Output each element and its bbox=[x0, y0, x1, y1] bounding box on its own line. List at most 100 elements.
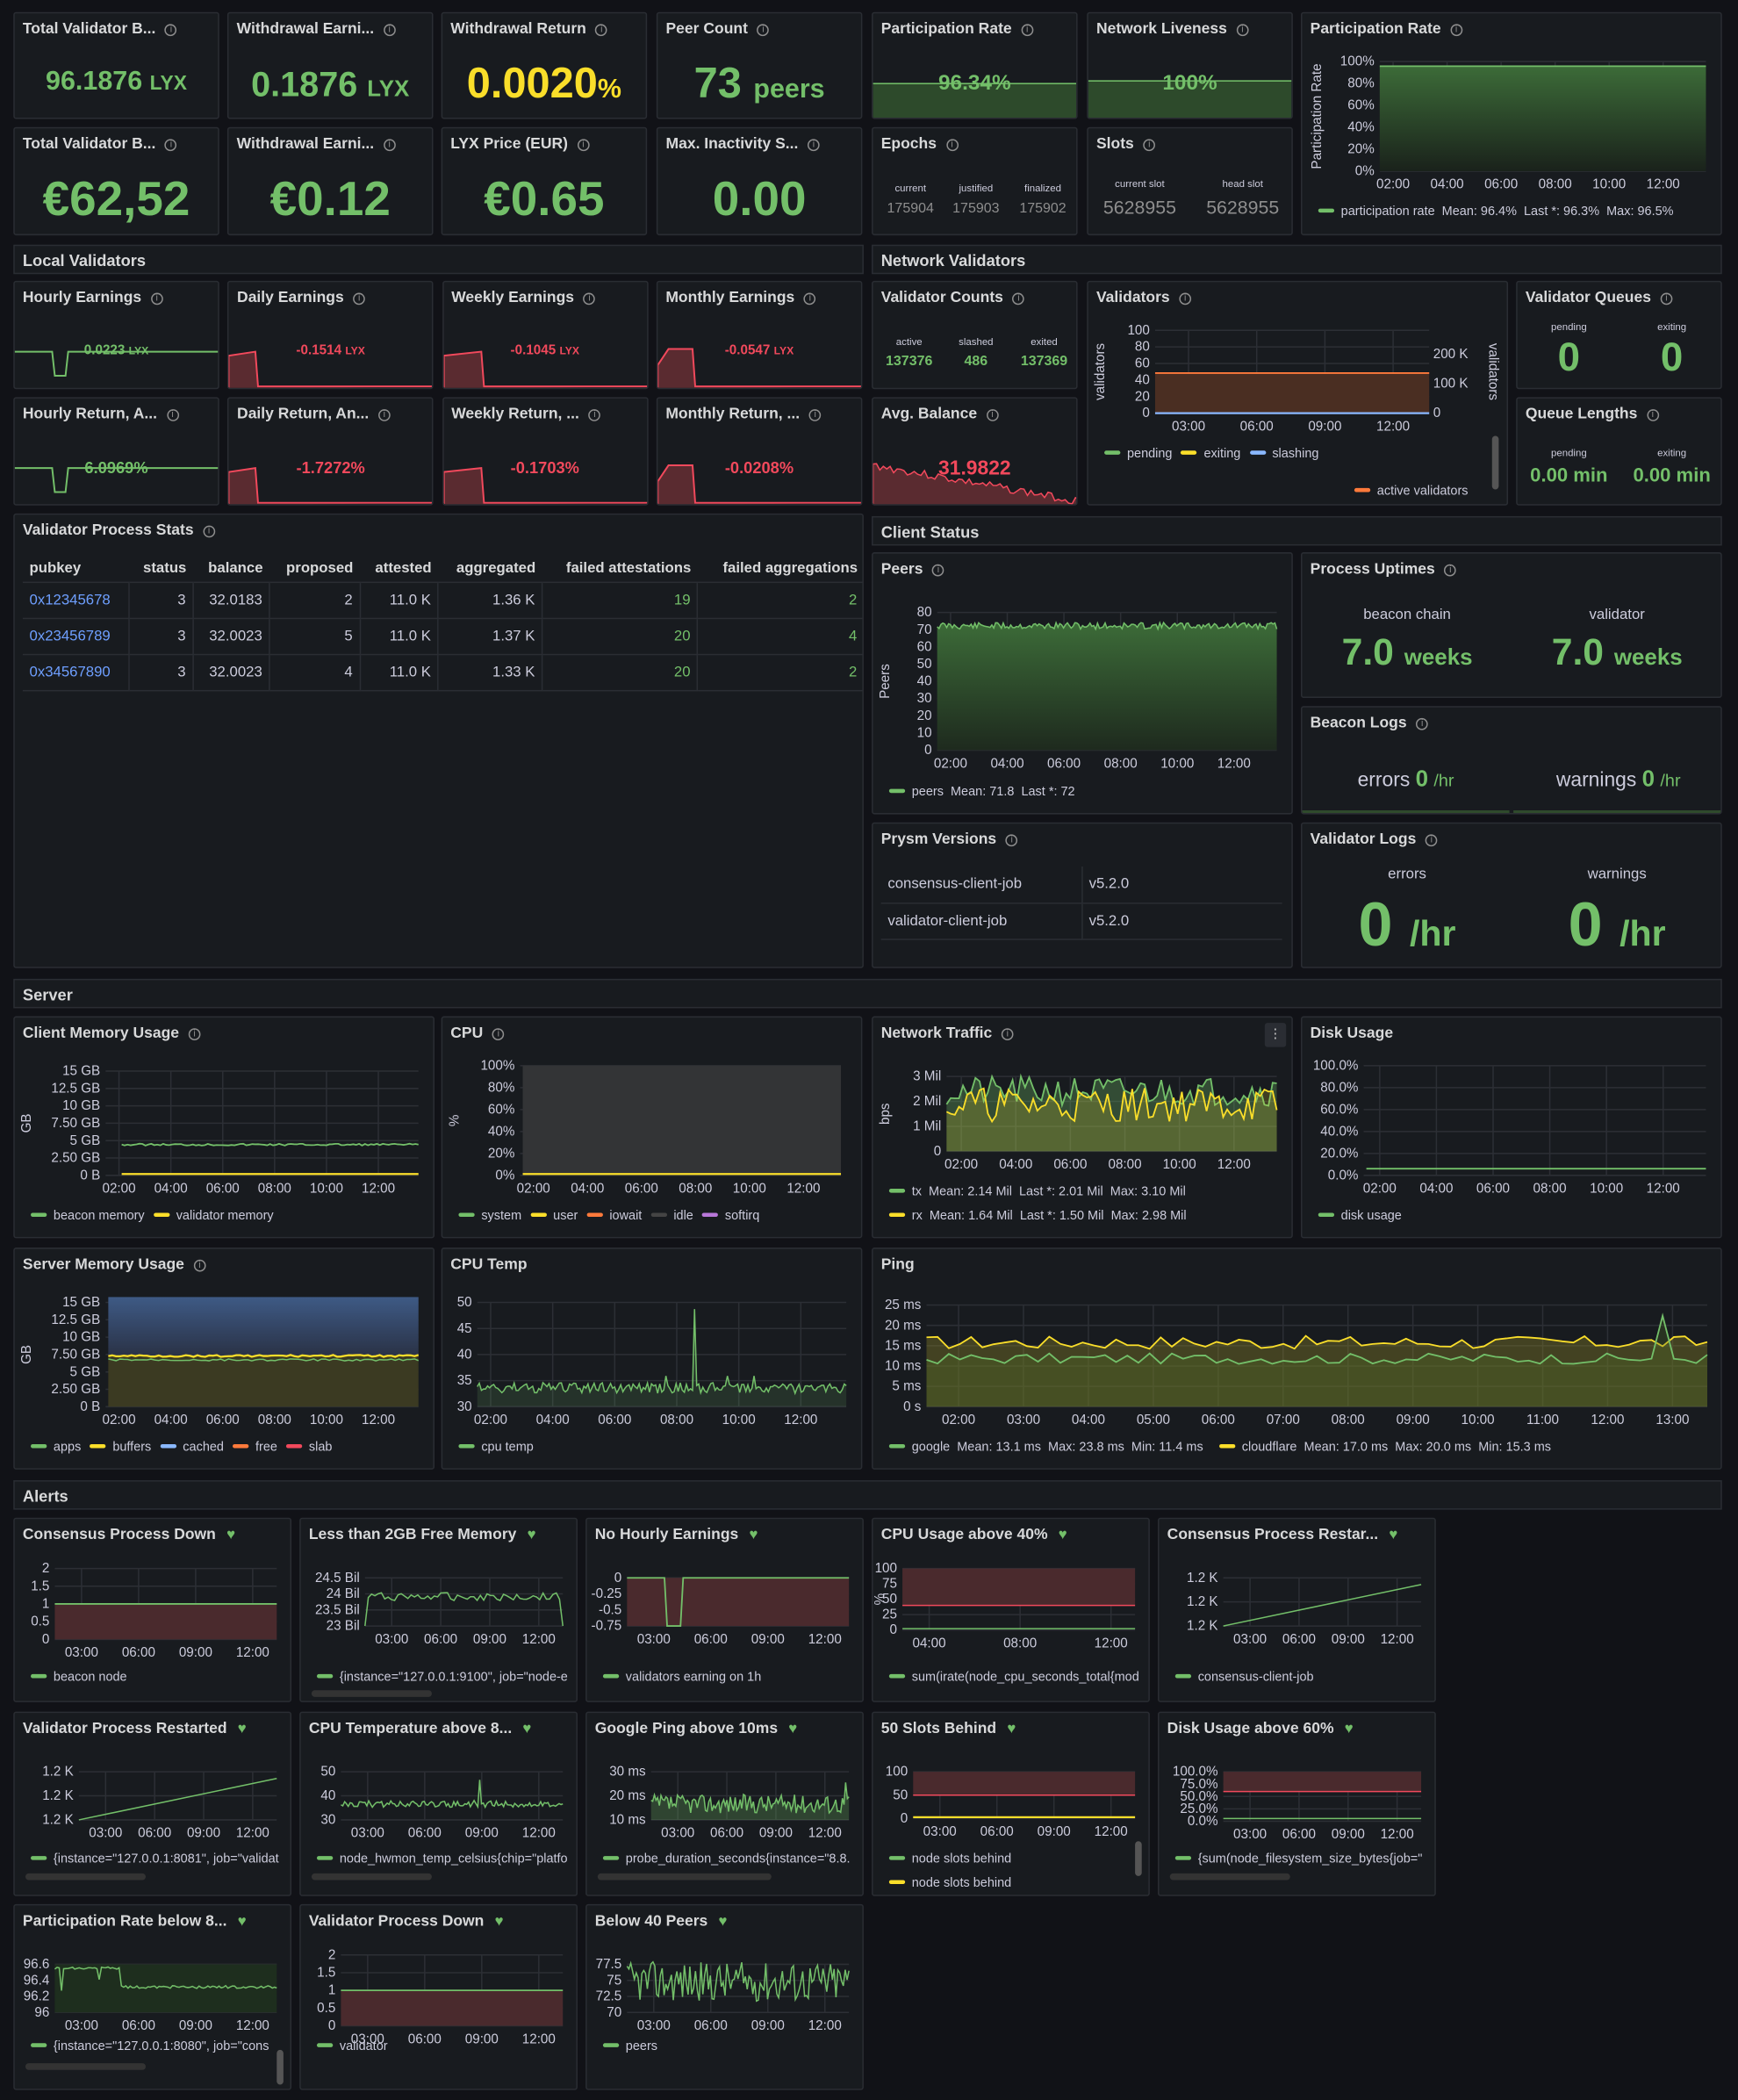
alert-chart: 21.510.5003:00 06:00 09:00 12:00 bbox=[317, 1947, 564, 2046]
info-icon[interactable]: i bbox=[203, 525, 215, 538]
y-axis-label: GB bbox=[19, 1345, 34, 1364]
avg-balance-sparkline bbox=[873, 463, 1077, 505]
column-header[interactable]: failed aggregations bbox=[697, 555, 863, 584]
y-tick: 40 bbox=[457, 1347, 472, 1362]
x-tick: 04:00 bbox=[571, 1182, 604, 1197]
info-icon[interactable]: i bbox=[1021, 24, 1034, 37]
info-icon[interactable]: i bbox=[577, 139, 590, 152]
y-tick: 100 bbox=[1127, 323, 1149, 338]
column-header[interactable]: status bbox=[129, 555, 193, 584]
column-header[interactable]: balance bbox=[192, 555, 270, 584]
x-tick: 09:00 bbox=[1332, 1632, 1365, 1647]
legend-scrollbar[interactable] bbox=[1135, 1841, 1142, 1876]
alert-panel-1: Less than 2GB Free Memory ♥ 24.5 Bil 24 Bi… bbox=[299, 1517, 578, 1702]
info-icon[interactable]: i bbox=[808, 139, 820, 152]
info-icon[interactable]: i bbox=[757, 24, 770, 37]
y-tick: 40 bbox=[1135, 372, 1150, 387]
y-tick: 0 bbox=[328, 2018, 335, 2033]
x-tick: 04:00 bbox=[1072, 1413, 1105, 1428]
info-icon[interactable]: i bbox=[1143, 139, 1156, 152]
chart-legend: peers Mean: 71.8 Last *: 72 bbox=[884, 785, 1075, 800]
x-tick: 08:00 bbox=[679, 1182, 712, 1197]
row-network-validators[interactable]: Network Validators bbox=[872, 244, 1722, 275]
panel-title: Prysm Versions bbox=[880, 831, 997, 848]
earnings-sparkline bbox=[14, 350, 219, 377]
alert-chart: 96.696.496.296 03:00 06:00 09:00 12:00 bbox=[24, 1957, 277, 2033]
epochs-panel: Epochs i current justified finalized 1759… bbox=[872, 126, 1078, 236]
column-header[interactable]: pubkey bbox=[22, 555, 130, 584]
table-row: validator-client-job v5.2.0 bbox=[880, 903, 1282, 939]
slashed-value: 486 bbox=[964, 353, 988, 370]
y-tick: 1.2 K bbox=[42, 1788, 74, 1803]
idle-area bbox=[522, 1065, 842, 1176]
stat-value: 0.00 bbox=[712, 170, 807, 227]
info-icon[interactable]: i bbox=[595, 24, 608, 37]
stat-value: 0.0223 LYX bbox=[83, 343, 149, 359]
legend-scrollbar[interactable] bbox=[311, 1873, 432, 1881]
row-client-status[interactable]: Client Status bbox=[872, 515, 1722, 546]
legend-scrollbar[interactable] bbox=[311, 1690, 432, 1697]
y-tick: 0 bbox=[1142, 406, 1149, 421]
y-tick: 0 bbox=[924, 743, 931, 758]
peer-count-panel: Peer Count i 73 peers bbox=[656, 11, 863, 119]
exiting-label: exiting bbox=[1657, 320, 1687, 334]
column-header[interactable]: failed attestations bbox=[542, 555, 698, 584]
x-tick: 12:00 bbox=[784, 1413, 817, 1428]
pubkey-link[interactable]: 0x12345678 bbox=[22, 582, 131, 620]
info-icon[interactable]: i bbox=[1647, 409, 1659, 421]
x-tick: 13:00 bbox=[1655, 1413, 1689, 1428]
x-tick: 06:00 bbox=[1282, 1632, 1316, 1647]
column-header[interactable]: aggregated bbox=[438, 555, 542, 584]
info-icon[interactable]: i bbox=[1005, 834, 1018, 847]
stat-value: -0.1703% bbox=[510, 458, 579, 478]
legend-scrollbar[interactable] bbox=[25, 1873, 147, 1881]
pubkey-link[interactable]: 0x34567890 bbox=[22, 654, 131, 692]
prysm-versions-panel: Prysm Versions i consensus-client-job v5.2… bbox=[872, 822, 1293, 968]
threshold-zone bbox=[54, 1603, 277, 1640]
chart-legend: beacon node bbox=[25, 1670, 127, 1685]
column-header[interactable]: proposed bbox=[269, 555, 361, 584]
x-tick: 09:00 bbox=[179, 2018, 212, 2033]
peers-chart: 80 70 60 50 40 30 20 10 002:00 04:00 06:00 08:00 10:… bbox=[878, 605, 1278, 771]
row-alerts[interactable]: Alerts bbox=[13, 1480, 1722, 1510]
x-tick: 06:00 bbox=[408, 2032, 442, 2046]
panel-menu-button[interactable]: ⋮ bbox=[1264, 1023, 1287, 1047]
x-tick: 09:00 bbox=[465, 2032, 499, 2046]
series-line bbox=[1223, 1584, 1422, 1627]
y-tick: 10 bbox=[917, 725, 932, 740]
legend-scrollbar[interactable] bbox=[1169, 1873, 1290, 1881]
info-icon[interactable]: i bbox=[945, 139, 959, 152]
info-icon[interactable]: i bbox=[1012, 292, 1025, 306]
y-tick: 80% bbox=[1347, 76, 1374, 91]
legend-scrollbar[interactable] bbox=[25, 2063, 147, 2070]
y-tick: 0 bbox=[42, 1632, 49, 1647]
legend-scrollbar-v[interactable] bbox=[276, 2049, 284, 2085]
pubkey-link[interactable]: 0x23456789 bbox=[22, 618, 131, 656]
x-tick: 12:00 bbox=[1095, 1636, 1128, 1651]
row-server[interactable]: Server bbox=[13, 978, 1722, 1009]
info-icon[interactable]: i bbox=[1236, 24, 1249, 37]
legend-scrollbar[interactable] bbox=[597, 1873, 772, 1881]
info-icon[interactable]: i bbox=[1426, 834, 1438, 847]
legend-scrollbar[interactable] bbox=[1491, 435, 1499, 490]
x-tick: 08:00 bbox=[1003, 1636, 1037, 1651]
table-cell: 1.36 K bbox=[438, 582, 543, 620]
info-icon[interactable]: i bbox=[1444, 564, 1457, 577]
x-tick: 12:00 bbox=[1647, 1182, 1680, 1197]
info-icon[interactable]: i bbox=[383, 139, 396, 152]
x-tick: 08:00 bbox=[1539, 177, 1572, 192]
info-icon[interactable]: i bbox=[1416, 717, 1429, 730]
y-tick: 96.4 bbox=[24, 1973, 50, 1988]
return-sparkline bbox=[443, 466, 647, 505]
row-local-validators[interactable]: Local Validators bbox=[13, 244, 864, 275]
y-tick: 20% bbox=[1347, 142, 1374, 157]
info-icon[interactable]: i bbox=[383, 24, 396, 37]
info-icon[interactable]: i bbox=[165, 139, 177, 152]
stat-value: -0.1045 LYX bbox=[510, 343, 580, 359]
info-icon[interactable]: i bbox=[1660, 292, 1673, 306]
info-icon[interactable]: i bbox=[165, 24, 177, 37]
chart-legend: node_hwmon_temp_celsius{chip="platfo bbox=[312, 1852, 568, 1866]
y-axis-label: % bbox=[447, 1115, 462, 1127]
validator-logs-panel: Validator Logs i errors warnings 0 /hr 0 … bbox=[1300, 822, 1722, 968]
column-header[interactable]: attested bbox=[360, 555, 439, 584]
